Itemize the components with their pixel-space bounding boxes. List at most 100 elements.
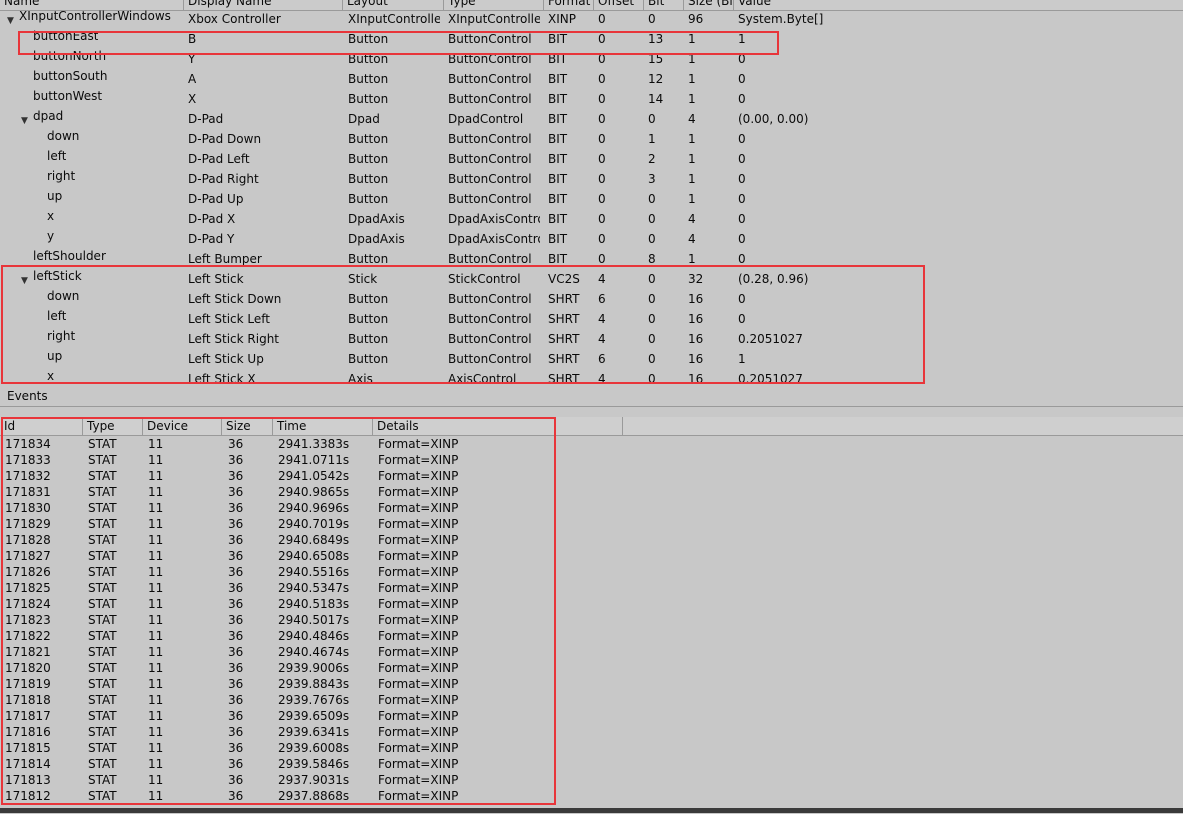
event-row[interactable]: 171818 STAT 11 36 2939.7676s Format=XINP [0, 692, 560, 708]
control-offset-cell: 0 [598, 172, 606, 186]
control-layout-cell: Axis [348, 372, 373, 383]
control-row[interactable]: buttonEast B Button ButtonControl BIT 0 13 1 1 [0, 29, 1183, 50]
event-type-cell: STAT [88, 693, 117, 707]
event-row[interactable]: 171822 STAT 11 36 2940.4846s Format=XINP [0, 628, 560, 644]
control-format-cell: BIT [548, 112, 568, 126]
control-row[interactable]: x D-Pad X DpadAxis DpadAxisContro BIT 0 0 4 0 [0, 209, 1183, 230]
column-header-value[interactable]: Value [733, 0, 838, 10]
control-row[interactable]: ▼ XInputControllerWindows Xbox Controller X… [0, 10, 1183, 30]
control-format-cell: SHRT [548, 332, 580, 346]
control-display-cell: Left Stick Right [188, 332, 280, 346]
expand-arrow-icon[interactable]: ▼ [21, 272, 28, 290]
event-row[interactable]: 171824 STAT 11 36 2940.5183s Format=XINP [0, 596, 560, 612]
events-column-details[interactable]: Details [373, 417, 623, 435]
control-row[interactable]: down Left Stick Down Button ButtonControl SH… [0, 289, 1183, 310]
control-layout-cell: Button [348, 252, 389, 266]
event-id-cell: 171814 [5, 757, 51, 771]
event-row[interactable]: 171819 STAT 11 36 2939.8843s Format=XINP [0, 676, 560, 692]
control-offset-cell: 0 [598, 212, 606, 226]
event-row[interactable]: 171830 STAT 11 36 2940.9696s Format=XINP [0, 500, 560, 516]
event-row[interactable]: 171812 STAT 11 36 2937.8868s Format=XINP [0, 788, 560, 804]
control-bit-cell: 13 [648, 32, 664, 46]
events-column-size[interactable]: Size [222, 417, 273, 435]
event-row[interactable]: 171833 STAT 11 36 2941.0711s Format=XINP [0, 452, 560, 468]
control-display-cell: X [188, 92, 197, 106]
control-layout-cell: Button [348, 32, 389, 46]
control-offset-cell: 4 [598, 272, 606, 286]
events-column-type[interactable]: Type [83, 417, 143, 435]
event-row[interactable]: 171834 STAT 11 36 2941.3383s Format=XINP [0, 436, 560, 452]
column-header-bit[interactable]: Bit [643, 0, 684, 10]
control-value-cell: 0 [738, 232, 746, 246]
control-row[interactable]: ▼ dpad D-Pad Dpad DpadControl BIT 0 0 4 (0.00, 0.… [0, 109, 1183, 130]
event-size-cell: 36 [228, 437, 244, 451]
event-row[interactable]: 171831 STAT 11 36 2940.9865s Format=XINP [0, 484, 560, 500]
control-display-cell: Y [188, 52, 196, 66]
event-row[interactable]: 171821 STAT 11 36 2940.4674s Format=XINP [0, 644, 560, 660]
column-header-size[interactable]: Size (Bi [683, 0, 733, 10]
event-details-cell: Format=XINP [378, 629, 459, 643]
events-column-time[interactable]: Time [273, 417, 373, 435]
control-offset-cell: 0 [598, 132, 606, 146]
event-row[interactable]: 171815 STAT 11 36 2939.6008s Format=XINP [0, 740, 560, 756]
control-type-cell: AxisControl [448, 372, 517, 383]
control-layout-cell: DpadAxis [348, 212, 405, 226]
event-row[interactable]: 171832 STAT 11 36 2941.0542s Format=XINP [0, 468, 560, 484]
control-row[interactable]: down D-Pad Down Button ButtonControl BIT 0 1 1 0 [0, 129, 1183, 150]
control-display-cell: D-Pad Down [188, 132, 262, 146]
event-row[interactable]: 171817 STAT 11 36 2939.6509s Format=XINP [0, 708, 560, 724]
event-row[interactable]: 171826 STAT 11 36 2940.5516s Format=XINP [0, 564, 560, 580]
control-row[interactable]: right D-Pad Right Button ButtonControl BIT 0 3… [0, 169, 1183, 190]
event-row[interactable]: 171823 STAT 11 36 2940.5017s Format=XINP [0, 612, 560, 628]
event-row[interactable]: 171814 STAT 11 36 2939.5846s Format=XINP [0, 756, 560, 772]
control-row[interactable]: ▼ leftStick Left Stick Stick StickControl VC2… [0, 269, 1183, 290]
column-header-type[interactable]: Type [443, 0, 544, 10]
column-header-name[interactable]: Name [0, 0, 182, 10]
control-layout-cell: Button [348, 152, 389, 166]
control-layout-cell: Button [348, 352, 389, 366]
event-row[interactable]: 171827 STAT 11 36 2940.6508s Format=XINP [0, 548, 560, 564]
event-details-cell: Format=XINP [378, 517, 459, 531]
control-row[interactable]: up D-Pad Up Button ButtonControl BIT 0 0 1 0 [0, 189, 1183, 210]
control-row[interactable]: x Left Stick X Axis AxisControl SHRT 4 0 16 0.20… [0, 369, 1183, 383]
events-column-id[interactable]: Id [0, 417, 83, 435]
control-bit-cell: 0 [648, 292, 656, 306]
event-type-cell: STAT [88, 501, 117, 515]
control-row[interactable]: up Left Stick Up Button ButtonControl SHRT 6 0… [0, 349, 1183, 370]
control-row[interactable]: buttonWest X Button ButtonControl BIT 0 14 1 0 [0, 89, 1183, 110]
control-row[interactable]: y D-Pad Y DpadAxis DpadAxisContro BIT 0 0 4 0 [0, 229, 1183, 250]
control-row[interactable]: buttonNorth Y Button ButtonControl BIT 0 15 1 0 [0, 49, 1183, 70]
column-header-display-name[interactable]: Display Name [183, 0, 342, 10]
column-header-format[interactable]: Format [543, 0, 593, 10]
control-value-cell: (0.28, 0.96) [738, 272, 809, 286]
event-time-cell: 2940.7019s [278, 517, 350, 531]
event-time-cell: 2939.6509s [278, 709, 350, 723]
control-format-cell: BIT [548, 132, 568, 146]
event-row[interactable]: 171829 STAT 11 36 2940.7019s Format=XINP [0, 516, 560, 532]
event-row[interactable]: 171820 STAT 11 36 2939.9006s Format=XINP [0, 660, 560, 676]
event-row[interactable]: 171816 STAT 11 36 2939.6341s Format=XINP [0, 724, 560, 740]
event-row[interactable]: 171813 STAT 11 36 2937.9031s Format=XINP [0, 772, 560, 788]
event-id-cell: 171822 [5, 629, 51, 643]
control-row[interactable]: left D-Pad Left Button ButtonControl BIT 0 2 1 0 [0, 149, 1183, 170]
control-row[interactable]: left Left Stick Left Button ButtonControl SH… [0, 309, 1183, 330]
control-name: buttonEast [33, 29, 99, 43]
events-section-label: Events [7, 389, 48, 403]
event-row[interactable]: 171825 STAT 11 36 2940.5347s Format=XINP [0, 580, 560, 596]
control-row[interactable]: buttonSouth A Button ButtonControl BIT 0 12 1 0 [0, 69, 1183, 90]
control-bit-cell: 12 [648, 72, 664, 86]
control-offset-cell: 0 [598, 72, 606, 86]
expand-arrow-icon[interactable]: ▼ [7, 12, 14, 30]
control-name: right [47, 169, 76, 183]
control-row[interactable]: right Left Stick Right Button ButtonControl… [0, 329, 1183, 350]
control-size-cell: 1 [688, 132, 696, 146]
column-header-layout[interactable]: Layout [342, 0, 443, 10]
control-offset-cell: 4 [598, 332, 606, 346]
event-row[interactable]: 171828 STAT 11 36 2940.6849s Format=XINP [0, 532, 560, 548]
column-header-offset[interactable]: Offset [593, 0, 643, 10]
expand-arrow-icon[interactable]: ▼ [21, 112, 28, 130]
events-column-device[interactable]: Device [143, 417, 222, 435]
control-type-cell: XInputController [448, 12, 540, 26]
control-row[interactable]: leftShoulder Left Bumper Button ButtonContr… [0, 249, 1183, 270]
event-id-cell: 171825 [5, 581, 51, 595]
